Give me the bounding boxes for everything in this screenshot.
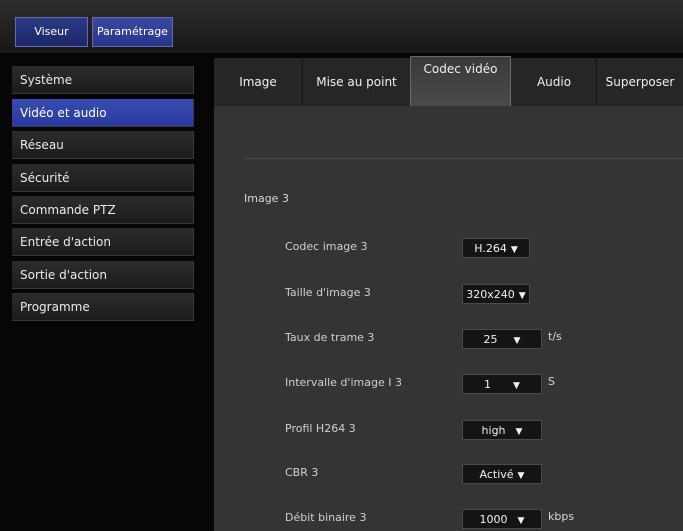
image-size-value: 320x240 (466, 288, 515, 301)
tab-codec-video[interactable]: Codec vidéo (410, 56, 511, 108)
cbr-label: CBR 3 (285, 466, 319, 479)
top-bar: Viseur Paramétrage (0, 0, 683, 53)
viewer-button[interactable]: Viseur (15, 17, 88, 47)
cbr-select[interactable]: Activé ▼ (462, 464, 542, 484)
codec-label: Codec image 3 (285, 240, 368, 253)
frame-rate-value: 25 (483, 333, 498, 346)
sidebar-item-securite[interactable]: Sécurité (12, 164, 194, 192)
codec-select[interactable]: H.264 ▼ (462, 238, 530, 258)
image-size-label: Taille d'image 3 (285, 286, 371, 299)
image-size-select[interactable]: 320x240 ▼ (462, 284, 530, 304)
i-frame-interval-label: Intervalle d'image I 3 (285, 376, 402, 389)
h264-profile-value: high (481, 424, 506, 437)
chevron-down-icon: ▼ (513, 381, 520, 391)
bitrate-unit: kbps (548, 510, 575, 523)
h264-profile-label: Profil H264 3 (285, 422, 356, 435)
tab-superposer[interactable]: Superposer (597, 58, 683, 106)
sidebar-item-reseau[interactable]: Réseau (12, 131, 194, 159)
settings-button[interactable]: Paramétrage (92, 17, 173, 47)
i-frame-interval-value: 1 (484, 378, 492, 391)
h264-profile-select[interactable]: high ▼ (462, 420, 542, 440)
bitrate-select[interactable]: 1000 ▼ (462, 509, 542, 529)
codec-value: H.264 (474, 242, 507, 255)
divider (244, 158, 683, 159)
frame-rate-select[interactable]: 25 ▼ (462, 329, 542, 349)
tab-audio[interactable]: Audio (512, 58, 597, 106)
section-title: Image 3 (244, 192, 289, 205)
tab-image[interactable]: Image (214, 58, 303, 106)
tab-mise-au-point[interactable]: Mise au point (303, 58, 411, 106)
chevron-down-icon: ▼ (510, 245, 518, 255)
sidebar-item-sortie-action[interactable]: Sortie d'action (12, 261, 194, 289)
i-frame-interval-select[interactable]: 1 ▼ (462, 374, 542, 394)
sidebar-item-programme[interactable]: Programme (12, 293, 194, 321)
sidebar-item-entree-action[interactable]: Entrée d'action (12, 228, 194, 256)
sidebar-item-commande-ptz[interactable]: Commande PTZ (12, 196, 194, 224)
chevron-down-icon: ▼ (517, 516, 525, 526)
sidebar: Système Vidéo et audio Réseau Sécurité C… (0, 58, 207, 531)
bitrate-value: 1000 (479, 513, 508, 526)
chevron-down-icon: ▼ (513, 336, 521, 346)
bitrate-label: Débit binaire 3 (285, 511, 367, 524)
sidebar-item-systeme[interactable]: Système (12, 66, 194, 94)
chevron-down-icon: ▼ (515, 427, 523, 437)
frame-rate-label: Taux de trame 3 (285, 331, 375, 344)
sidebar-item-video-audio[interactable]: Vidéo et audio (12, 99, 194, 127)
i-frame-interval-unit: S (548, 375, 555, 388)
chevron-down-icon: ▼ (517, 471, 525, 481)
cbr-value: Activé (479, 468, 514, 481)
frame-rate-unit: t/s (548, 330, 562, 343)
chevron-down-icon: ▼ (518, 291, 526, 301)
